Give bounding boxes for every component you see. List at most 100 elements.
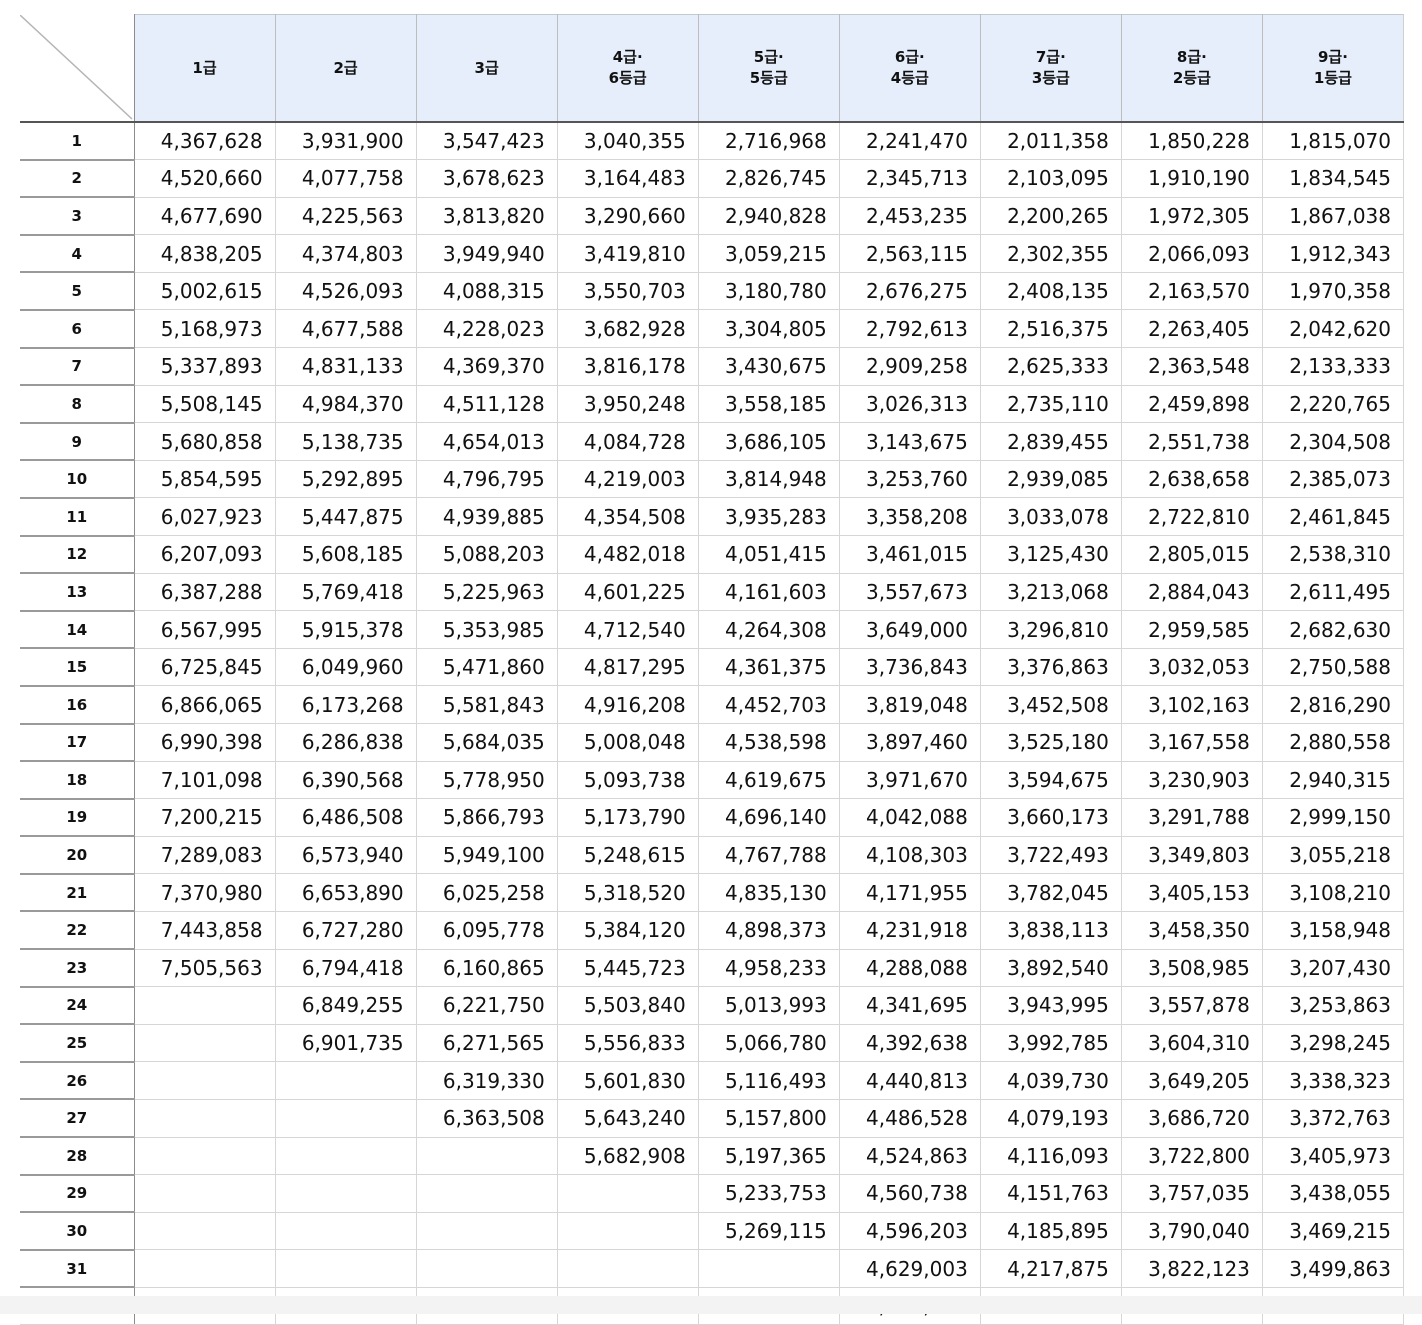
salary-cell: 5,233,753 <box>698 1174 840 1213</box>
step-number: 28 <box>20 1137 135 1176</box>
salary-cell: 2,563,115 <box>839 234 981 273</box>
salary-cell: 4,051,415 <box>698 535 840 574</box>
salary-cell: 2,682,630 <box>1262 610 1405 649</box>
salary-cell: 5,601,830 <box>557 1061 699 1100</box>
salary-cell: 3,143,675 <box>839 422 981 461</box>
salary-cell <box>275 1174 417 1213</box>
salary-cell: 4,939,885 <box>416 497 558 537</box>
salary-cell: 2,459,898 <box>1121 385 1263 424</box>
salary-cell: 2,939,085 <box>980 460 1122 499</box>
salary-cell: 3,557,673 <box>839 573 981 612</box>
salary-cell: 4,171,955 <box>839 873 981 912</box>
salary-cell: 1,910,190 <box>1121 159 1263 198</box>
salary-cell: 6,095,778 <box>416 911 558 950</box>
salary-cell: 2,816,290 <box>1262 685 1405 724</box>
table-row: 1 4,367,628 3,931,900 3,547,423 3,040,355 2,7… <box>20 122 1405 161</box>
salary-cell <box>557 1174 699 1213</box>
salary-cell: 5,008,048 <box>557 723 699 762</box>
salary-cell: 4,817,295 <box>557 648 699 687</box>
salary-cell: 5,769,418 <box>275 573 417 612</box>
column-header: 9급· 1등급 <box>1262 14 1405 123</box>
salary-cell: 2,909,258 <box>839 347 981 386</box>
salary-cell: 4,225,563 <box>275 197 417 236</box>
salary-cell: 2,263,405 <box>1121 309 1263 349</box>
salary-cell: 6,990,398 <box>134 723 276 762</box>
step-number: 11 <box>20 497 135 537</box>
salary-cell: 5,608,185 <box>275 535 417 574</box>
salary-cell: 3,686,720 <box>1121 1099 1263 1138</box>
salary-cell: 3,557,878 <box>1121 986 1263 1025</box>
pay-scale-sheet: 1급 2급 3급 4급· 6등급 5급· 5등급 6급· 4등급 7급· 3등급… <box>20 14 1405 1325</box>
salary-cell: 4,288,088 <box>839 949 981 988</box>
salary-cell: 4,369,370 <box>416 347 558 386</box>
salary-cell: 4,452,703 <box>698 685 840 724</box>
salary-cell <box>275 1137 417 1176</box>
salary-cell: 5,157,800 <box>698 1099 840 1138</box>
salary-cell: 3,430,675 <box>698 347 840 386</box>
salary-cell: 5,269,115 <box>698 1212 840 1251</box>
salary-cell: 7,289,083 <box>134 836 276 875</box>
salary-cell: 6,653,890 <box>275 873 417 912</box>
step-number: 5 <box>20 272 135 311</box>
salary-cell <box>557 1212 699 1251</box>
salary-cell: 4,916,208 <box>557 685 699 724</box>
salary-cell: 2,735,110 <box>980 385 1122 424</box>
table-row: 13 6,387,288 5,769,418 5,225,963 4,601,225 4,… <box>20 573 1405 612</box>
salary-cell: 5,508,145 <box>134 385 276 424</box>
salary-cell: 2,011,358 <box>980 122 1122 161</box>
salary-cell: 2,940,315 <box>1262 761 1405 800</box>
salary-cell: 3,376,863 <box>980 648 1122 687</box>
salary-cell: 3,525,180 <box>980 723 1122 762</box>
salary-cell: 4,079,193 <box>980 1099 1122 1138</box>
salary-cell <box>134 1099 276 1138</box>
column-header: 2급 <box>275 14 417 123</box>
salary-cell: 3,949,940 <box>416 234 558 273</box>
step-number: 22 <box>20 911 135 951</box>
table-row: 28 5,682,908 5,197,365 4,524,863 4,116,093 3,… <box>20 1137 1405 1176</box>
salary-cell: 5,002,615 <box>134 272 276 311</box>
table-row: 5 5,002,615 4,526,093 4,088,315 3,550,703 3,1… <box>20 272 1405 311</box>
salary-cell: 6,286,838 <box>275 723 417 762</box>
salary-cell: 4,486,528 <box>839 1099 981 1138</box>
salary-cell: 2,453,235 <box>839 197 981 236</box>
step-number: 10 <box>20 460 135 499</box>
salary-cell: 7,370,980 <box>134 873 276 912</box>
salary-cell <box>275 1061 417 1100</box>
salary-cell: 2,220,765 <box>1262 385 1405 424</box>
table-row: 25 6,901,735 6,271,565 5,556,833 5,066,780 4,… <box>20 1024 1405 1063</box>
salary-cell: 5,680,858 <box>134 422 276 461</box>
salary-cell: 4,696,140 <box>698 798 840 837</box>
salary-cell: 4,831,133 <box>275 347 417 386</box>
salary-cell: 3,032,053 <box>1121 648 1263 687</box>
salary-cell: 4,042,088 <box>839 798 981 837</box>
salary-cell: 3,055,218 <box>1262 836 1405 875</box>
salary-cell: 3,059,215 <box>698 234 840 273</box>
salary-cell: 3,304,805 <box>698 309 840 349</box>
salary-cell: 2,408,135 <box>980 272 1122 311</box>
step-number: 19 <box>20 798 135 838</box>
salary-cell: 3,992,785 <box>980 1024 1122 1063</box>
salary-cell: 2,133,333 <box>1262 347 1405 386</box>
salary-cell: 3,469,215 <box>1262 1212 1405 1251</box>
salary-cell <box>275 1212 417 1251</box>
salary-cell: 2,163,570 <box>1121 272 1263 311</box>
table-row: 11 6,027,923 5,447,875 4,939,885 4,354,508 3,… <box>20 497 1405 537</box>
salary-cell: 3,419,810 <box>557 234 699 273</box>
salary-cell: 3,026,313 <box>839 385 981 424</box>
salary-cell: 5,168,973 <box>134 309 276 349</box>
table-row: 18 7,101,098 6,390,568 5,778,950 5,093,738 4,… <box>20 761 1405 800</box>
salary-cell: 3,291,788 <box>1121 798 1263 837</box>
salary-cell: 1,972,305 <box>1121 197 1263 236</box>
column-header: 3급 <box>416 14 558 123</box>
salary-cell: 4,077,758 <box>275 159 417 198</box>
salary-cell: 3,822,123 <box>1121 1249 1263 1288</box>
salary-cell: 2,880,558 <box>1262 723 1405 762</box>
salary-cell: 6,573,940 <box>275 836 417 875</box>
table-row: 10 5,854,595 5,292,895 4,796,795 4,219,003 3,… <box>20 460 1405 499</box>
salary-cell: 2,805,015 <box>1121 535 1263 574</box>
salary-cell: 3,167,558 <box>1121 723 1263 762</box>
salary-cell <box>134 1137 276 1176</box>
salary-cell: 3,931,900 <box>275 122 417 161</box>
salary-cell: 3,604,310 <box>1121 1024 1263 1063</box>
table-row: 19 7,200,215 6,486,508 5,866,793 5,173,790 4,… <box>20 798 1405 838</box>
